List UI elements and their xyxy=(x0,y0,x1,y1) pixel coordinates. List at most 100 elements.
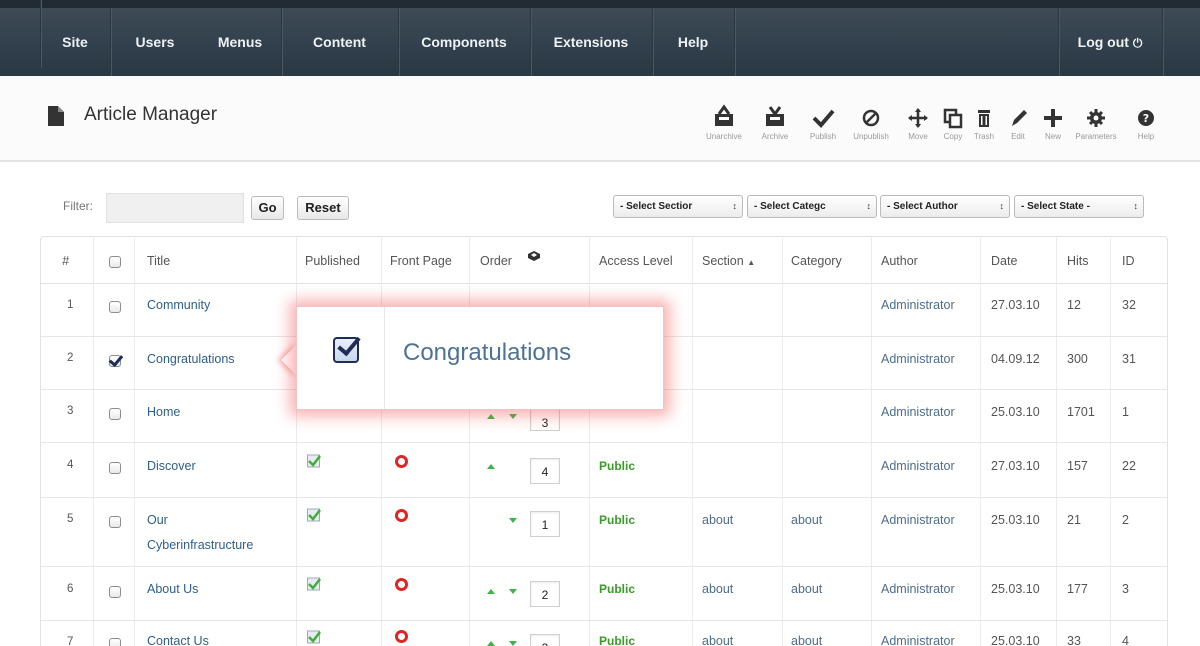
header-section[interactable]: Section ▲ xyxy=(702,254,755,268)
order-input[interactable]: 3 xyxy=(530,407,560,431)
article-title-link[interactable]: Community xyxy=(147,298,210,312)
author-link[interactable]: Administrator xyxy=(881,513,955,527)
category-link[interactable]: about xyxy=(791,513,822,527)
callout-checkbox-checked-icon xyxy=(333,337,359,363)
unarchive-button[interactable]: Unarchive xyxy=(700,102,748,154)
order-input[interactable]: 4 xyxy=(530,458,560,484)
filter-input[interactable] xyxy=(106,193,244,223)
select-all-checkbox[interactable] xyxy=(109,256,121,268)
go-button[interactable]: Go xyxy=(251,196,284,220)
save-order-icon[interactable] xyxy=(526,250,542,266)
published-check-icon[interactable] xyxy=(307,577,321,591)
section-link[interactable]: about xyxy=(702,513,733,527)
order-up-arrow-icon[interactable] xyxy=(487,464,495,469)
column-divider xyxy=(589,236,590,646)
category-link[interactable]: about xyxy=(791,582,822,596)
article-title-link[interactable]: Home xyxy=(147,405,180,419)
filter-label: Filter: xyxy=(63,199,93,213)
publish-button[interactable]: Publish xyxy=(802,102,844,154)
trash-button[interactable]: Trash xyxy=(970,102,998,154)
access-level-value[interactable]: Public xyxy=(599,459,635,473)
access-level-value[interactable]: Public xyxy=(599,582,635,596)
section-link[interactable]: about xyxy=(702,582,733,596)
article-title-link[interactable]: Our xyxy=(147,513,168,527)
published-check-icon[interactable] xyxy=(307,454,321,468)
sort-asc-icon: ▲ xyxy=(747,258,756,267)
author-link[interactable]: Administrator xyxy=(881,634,955,646)
header-author[interactable]: Author xyxy=(881,254,918,268)
row-checkbox[interactable] xyxy=(109,586,121,598)
header-access-level[interactable]: Access Level xyxy=(599,254,673,268)
header-date[interactable]: Date xyxy=(991,254,1017,268)
nav-help[interactable]: Help xyxy=(653,8,733,76)
id-value: 2 xyxy=(1122,513,1129,527)
order-up-arrow-icon[interactable] xyxy=(487,641,495,646)
front-page-off-icon[interactable] xyxy=(395,455,408,468)
article-title-link[interactable]: Contact Us xyxy=(147,634,209,646)
unpublish-button[interactable]: Unpublish xyxy=(846,102,896,154)
row-checkbox[interactable] xyxy=(109,301,121,313)
front-page-off-icon[interactable] xyxy=(395,509,408,522)
row-checkbox[interactable] xyxy=(109,355,121,367)
order-input[interactable]: 2 xyxy=(530,581,560,607)
header-hits[interactable]: Hits xyxy=(1067,254,1089,268)
published-check-icon[interactable] xyxy=(307,630,321,644)
row-checkbox[interactable] xyxy=(109,638,121,646)
author-link[interactable]: Administrator xyxy=(881,352,955,366)
order-input[interactable]: 3 xyxy=(530,634,560,646)
nav-components[interactable]: Components xyxy=(399,8,529,76)
article-title-link[interactable]: Congratulations xyxy=(147,352,235,366)
front-page-off-icon[interactable] xyxy=(395,630,408,643)
access-level-value[interactable]: Public xyxy=(599,513,635,527)
id-value: 22 xyxy=(1122,459,1136,473)
author-link[interactable]: Administrator xyxy=(881,582,955,596)
header-category[interactable]: Category xyxy=(791,254,842,268)
article-title-link[interactable]: Discover xyxy=(147,459,196,473)
order-down-arrow-icon[interactable] xyxy=(509,518,517,523)
row-checkbox[interactable] xyxy=(109,462,121,474)
select-section[interactable]: - Select Sectior ↕ xyxy=(613,195,743,218)
header-title[interactable]: Title xyxy=(147,254,170,268)
front-page-off-icon[interactable] xyxy=(395,578,408,591)
row-checkbox[interactable] xyxy=(109,516,121,528)
archive-button[interactable]: Archive xyxy=(756,102,794,154)
section-link[interactable]: about xyxy=(702,634,733,646)
order-down-arrow-icon[interactable] xyxy=(509,414,517,419)
order-input[interactable]: 1 xyxy=(530,511,560,537)
copy-button[interactable]: Copy xyxy=(938,102,968,154)
nav-users[interactable]: Users xyxy=(110,8,200,76)
header-published[interactable]: Published xyxy=(305,254,360,268)
article-title-link[interactable]: About Us xyxy=(147,582,198,596)
access-level-value[interactable]: Public xyxy=(599,634,635,646)
hits-value: 12 xyxy=(1067,298,1081,312)
select-arrows-icon: ↕ xyxy=(1133,201,1139,211)
move-button[interactable]: Move xyxy=(902,102,934,154)
article-title-link-continued[interactable]: Cyberinfrastructure xyxy=(147,538,253,552)
author-link[interactable]: Administrator xyxy=(881,298,955,312)
category-link[interactable]: about xyxy=(791,634,822,646)
new-button[interactable]: New xyxy=(1037,102,1069,154)
order-down-arrow-icon[interactable] xyxy=(509,641,517,646)
header-order[interactable]: Order xyxy=(480,254,512,268)
logout-button[interactable]: Log out ⏻ xyxy=(1060,8,1160,76)
order-up-arrow-icon[interactable] xyxy=(487,414,495,419)
select-author[interactable]: - Select Author ↕ xyxy=(880,195,1010,218)
reset-button[interactable]: Reset xyxy=(297,196,349,220)
edit-button[interactable]: Edit xyxy=(1003,102,1033,154)
nav-site[interactable]: Site xyxy=(40,8,110,76)
order-up-arrow-icon[interactable] xyxy=(487,589,495,594)
select-category[interactable]: - Select Categc ↕ xyxy=(747,195,877,218)
header-front-page[interactable]: Front Page xyxy=(390,254,452,268)
header-id[interactable]: ID xyxy=(1122,254,1135,268)
parameters-button[interactable]: Parameters xyxy=(1072,102,1120,154)
nav-menus[interactable]: Menus xyxy=(200,8,280,76)
nav-content[interactable]: Content xyxy=(282,8,397,76)
author-link[interactable]: Administrator xyxy=(881,459,955,473)
author-link[interactable]: Administrator xyxy=(881,405,955,419)
row-checkbox[interactable] xyxy=(109,408,121,420)
help-button[interactable]: ? Help xyxy=(1126,102,1166,154)
select-state[interactable]: - Select State - ↕ xyxy=(1014,195,1144,218)
published-check-icon[interactable] xyxy=(307,508,321,522)
nav-extensions[interactable]: Extensions xyxy=(531,8,651,76)
order-down-arrow-icon[interactable] xyxy=(509,589,517,594)
